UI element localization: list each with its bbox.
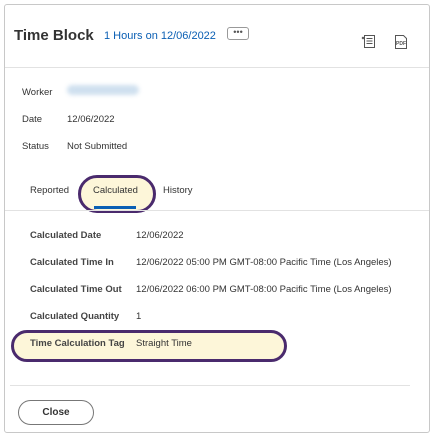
date-label: Date <box>22 114 43 125</box>
pdf-icon[interactable]: PDF <box>393 34 409 50</box>
more-actions-button[interactable]: ••• <box>227 27 249 40</box>
export-to-excel-icon[interactable] <box>361 33 377 49</box>
dialog-header: Time Block 1 Hours on 12/06/2022 ••• PDF <box>5 5 429 67</box>
tabs-divider <box>5 210 429 211</box>
calculated-time-out-value: 12/06/2022 06:00 PM GMT-08:00 Pacific Ti… <box>136 284 392 295</box>
calculated-date-value: 12/06/2022 <box>136 230 184 241</box>
pdf-icon-label: PDF <box>396 41 406 47</box>
status-value: Not Submitted <box>67 141 128 152</box>
header-divider <box>5 67 429 68</box>
footer-divider <box>10 385 410 386</box>
status-label: Status <box>22 141 49 152</box>
calculated-quantity-label: Calculated Quantity <box>30 311 120 322</box>
date-value: 12/06/2022 <box>67 114 115 125</box>
calculated-date-label: Calculated Date <box>30 230 102 241</box>
worker-name-redacted <box>67 85 139 95</box>
page-title: Time Block <box>14 27 94 44</box>
time-calculation-tag-value: Straight Time <box>136 338 192 349</box>
calculated-time-in-value: 12/06/2022 05:00 PM GMT-08:00 Pacific Ti… <box>136 257 392 268</box>
calculated-time-in-label: Calculated Time In <box>30 257 114 268</box>
worker-label: Worker <box>22 87 53 98</box>
calculated-quantity-value: 1 <box>136 311 142 322</box>
tab-reported[interactable]: Reported <box>30 185 69 196</box>
active-tab-indicator <box>94 206 136 209</box>
tab-history[interactable]: History <box>163 185 193 196</box>
tab-calculated[interactable]: Calculated <box>93 185 138 196</box>
time-block-dialog: Time Block 1 Hours on 12/06/2022 ••• PDF… <box>4 4 430 433</box>
calculated-time-out-label: Calculated Time Out <box>30 284 122 295</box>
time-block-subtitle-link[interactable]: 1 Hours on 12/06/2022 <box>104 30 216 42</box>
close-button[interactable]: Close <box>18 400 94 425</box>
time-calculation-tag-label: Time Calculation Tag <box>30 338 125 349</box>
